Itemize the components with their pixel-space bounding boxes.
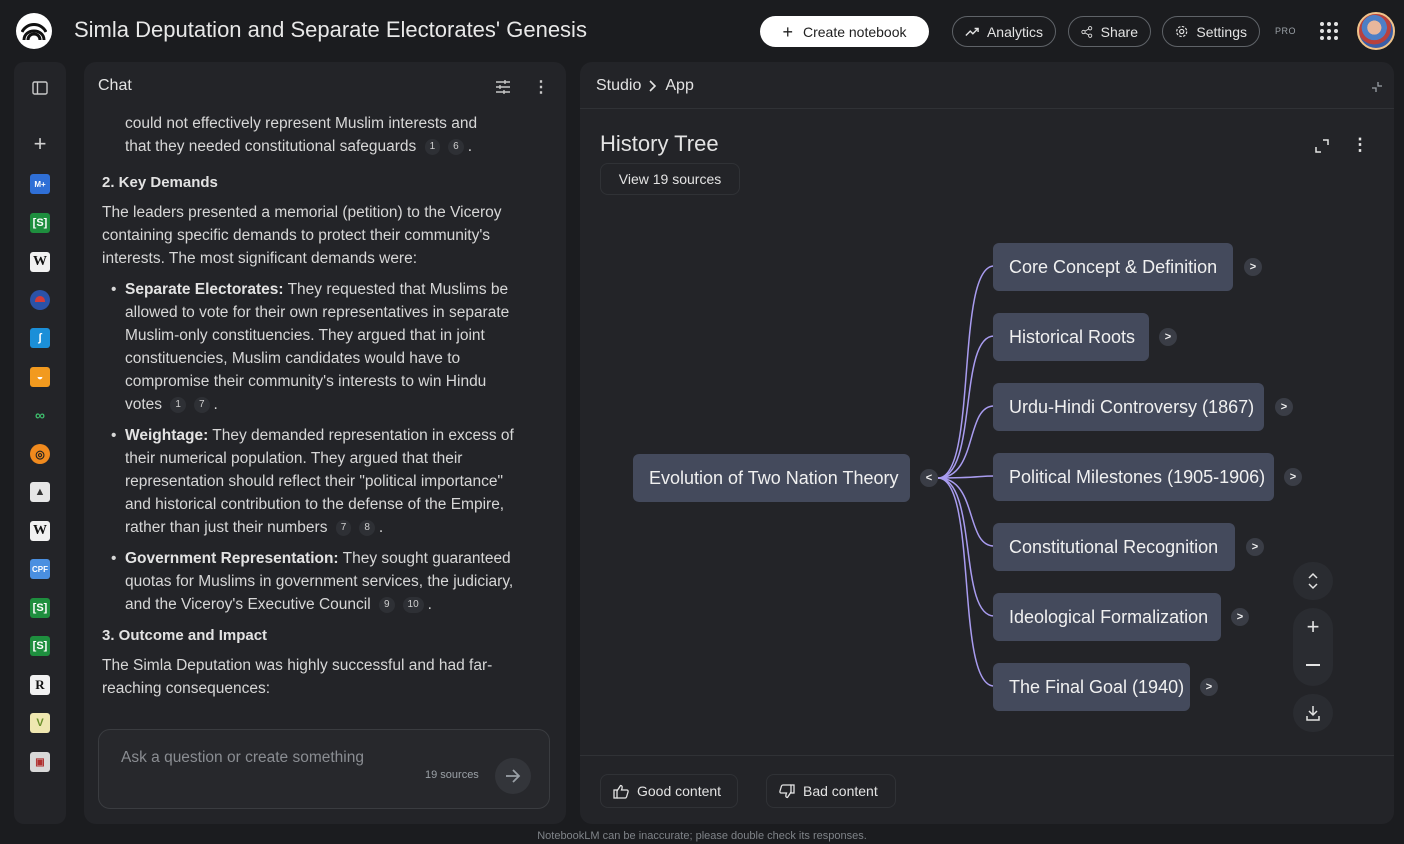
download-icon xyxy=(1306,706,1320,721)
citation-chip[interactable]: 9 xyxy=(378,596,395,613)
tree-node[interactable]: Political Milestones (1905-1906) xyxy=(993,453,1274,501)
expand-toggle[interactable]: > xyxy=(1246,538,1264,556)
apps-grid-icon[interactable] xyxy=(1320,22,1338,40)
orange-circle-source-icon[interactable]: ◎ xyxy=(30,444,50,464)
settings-button[interactable]: Settings xyxy=(1162,16,1260,47)
arrow-right-icon xyxy=(506,769,521,783)
analytics-label: Analytics xyxy=(986,23,1043,40)
top-bar: Simla Deputation and Separate Electorate… xyxy=(0,0,1404,62)
doc-source-icon[interactable]: ▣ xyxy=(30,752,50,772)
tune-icon[interactable] xyxy=(494,78,512,96)
globe-source-icon[interactable] xyxy=(30,290,50,310)
chat-panel: Chat ⋮ could not effectively represent M… xyxy=(84,62,566,824)
pdf-source-icon[interactable]: CPF xyxy=(30,559,50,579)
thumbs-down-icon xyxy=(779,783,795,798)
unfold-icon xyxy=(1308,572,1318,590)
v-source-icon[interactable]: V xyxy=(30,713,50,733)
pro-badge: PRO xyxy=(1275,26,1297,36)
orange-source-icon[interactable]: ◒ xyxy=(30,367,50,387)
tree-node[interactable]: Ideological Formalization xyxy=(993,593,1221,641)
share-button[interactable]: Share xyxy=(1068,16,1151,47)
expand-toggle[interactable]: > xyxy=(1200,678,1218,696)
send-button[interactable] xyxy=(495,758,531,794)
expand-toggle[interactable]: > xyxy=(1284,468,1302,486)
citation-chip[interactable]: 8 xyxy=(359,519,375,536)
list-item: Separate Electorates: They requested tha… xyxy=(102,278,522,416)
chat-input-box[interactable]: Ask a question or create something 19 so… xyxy=(98,729,550,809)
zoom-out-icon[interactable] xyxy=(1306,646,1320,684)
more-vert-icon[interactable]: ⋮ xyxy=(532,78,550,96)
analytics-button[interactable]: Analytics xyxy=(952,16,1056,47)
expand-toggle[interactable]: > xyxy=(1275,398,1293,416)
expand-toggle[interactable]: > xyxy=(1244,258,1262,276)
wikipedia-source-icon[interactable]: W xyxy=(30,252,50,272)
intro-paragraph: could not effectively represent Muslim i… xyxy=(125,115,478,155)
collapse-toggle[interactable]: < xyxy=(920,469,938,487)
notebooklm-logo-icon[interactable] xyxy=(16,13,52,49)
good-content-button[interactable]: Good content xyxy=(600,774,738,808)
avatar[interactable] xyxy=(1357,12,1395,50)
sources-count: 19 sources xyxy=(425,769,479,781)
share-label: Share xyxy=(1100,23,1138,40)
citation-chip[interactable]: 10 xyxy=(402,596,424,613)
trending-up-icon xyxy=(965,27,979,36)
section-heading: 3. Outcome and Impact xyxy=(102,627,268,644)
download-button[interactable] xyxy=(1293,694,1333,732)
chat-header: Chat xyxy=(98,77,132,94)
chat-message: could not effectively represent Muslim i… xyxy=(102,112,522,700)
section-paragraph: The Simla Deputation was highly successf… xyxy=(102,657,493,697)
source-file-icon[interactable]: M+ xyxy=(30,174,50,194)
citation-chip[interactable]: 1 xyxy=(424,138,441,155)
green-source-icon[interactable]: ∞ xyxy=(30,405,50,425)
share-icon xyxy=(1081,25,1093,38)
bad-content-label: Bad content xyxy=(803,783,878,799)
bad-content-button[interactable]: Bad content xyxy=(766,774,896,808)
image-source-icon[interactable]: ▲ xyxy=(30,482,50,502)
citation-chip[interactable]: 7 xyxy=(335,519,352,536)
plus-icon: + xyxy=(782,21,793,42)
settings-label: Settings xyxy=(1196,23,1247,40)
thumbs-up-icon xyxy=(613,784,629,799)
tree-node[interactable]: The Final Goal (1940) xyxy=(993,663,1190,711)
sheets-source-icon[interactable]: [S] xyxy=(30,213,50,233)
zoom-controls: + xyxy=(1293,608,1333,686)
list-item: Weightage: They demanded representation … xyxy=(102,424,522,539)
wikipedia-source-icon[interactable]: W xyxy=(30,521,50,541)
tree-node[interactable]: Urdu-Hindi Controversy (1867) xyxy=(993,383,1264,431)
expand-all-button[interactable] xyxy=(1293,562,1333,600)
r-source-icon[interactable]: R xyxy=(30,675,50,695)
expand-toggle[interactable]: > xyxy=(1159,328,1177,346)
chat-input-placeholder[interactable]: Ask a question or create something xyxy=(121,749,364,767)
create-notebook-button[interactable]: + Create notebook xyxy=(760,16,929,47)
tree-node[interactable]: Constitutional Recognition xyxy=(993,523,1235,571)
divider xyxy=(580,755,1394,756)
tree-root-node[interactable]: Evolution of Two Nation Theory xyxy=(633,454,910,502)
citation-chip[interactable]: 7 xyxy=(193,396,210,413)
disclaimer: NotebookLM can be inaccurate; please dou… xyxy=(537,830,867,842)
section-paragraph: The leaders presented a memorial (petiti… xyxy=(102,204,502,267)
list-item: Government Representation: They sought g… xyxy=(102,547,522,616)
panel-toggle-icon[interactable] xyxy=(30,78,50,98)
blue-source-icon[interactable]: ʃ xyxy=(30,328,50,348)
create-notebook-label: Create notebook xyxy=(802,23,907,40)
add-source-icon[interactable]: + xyxy=(30,131,50,156)
section-heading: 2. Key Demands xyxy=(102,174,218,191)
tree-node[interactable]: Core Concept & Definition xyxy=(993,243,1233,291)
chat-fade xyxy=(84,702,566,732)
tree-node[interactable]: Historical Roots xyxy=(993,313,1149,361)
gear-icon xyxy=(1176,25,1188,38)
zoom-in-icon[interactable]: + xyxy=(1307,608,1320,646)
citation-chip[interactable]: 6 xyxy=(448,138,464,155)
expand-toggle[interactable]: > xyxy=(1231,608,1249,626)
sheets-source-icon[interactable]: [S] xyxy=(30,636,50,656)
citation-chip[interactable]: 1 xyxy=(170,396,186,413)
tree-connectors xyxy=(937,265,995,687)
sheets-source-icon[interactable]: [S] xyxy=(30,598,50,618)
sources-rail: + M+ [S] W ʃ ◒ ∞ ◎ ▲ W CPF [S] [S] R V ▣ xyxy=(14,62,66,824)
notebook-title[interactable]: Simla Deputation and Separate Electorate… xyxy=(74,17,587,43)
studio-panel: Studio App History Tree View 19 sources … xyxy=(580,62,1394,824)
good-content-label: Good content xyxy=(637,783,722,799)
